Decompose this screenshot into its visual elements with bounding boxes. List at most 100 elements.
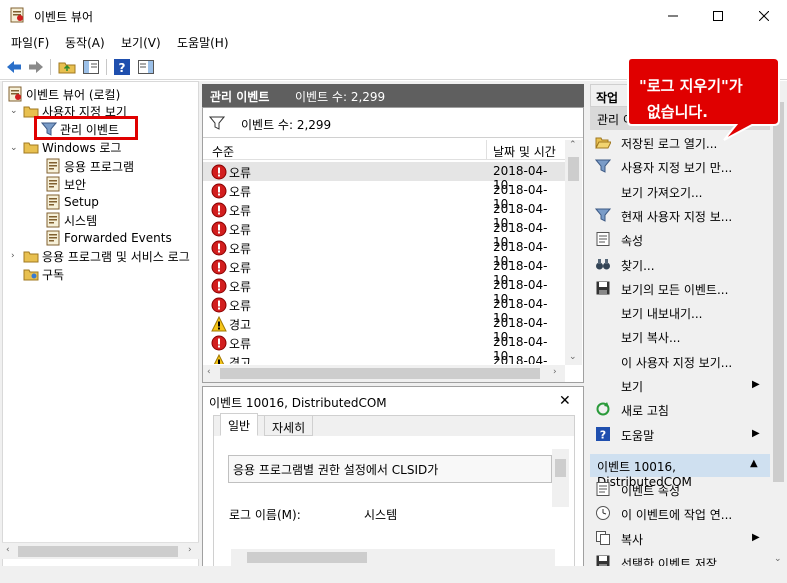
scroll-left-icon[interactable]: ‹ bbox=[6, 545, 10, 555]
close-icon[interactable]: ✕ bbox=[559, 393, 571, 409]
log-icon bbox=[46, 212, 60, 228]
subscriptions-icon bbox=[23, 269, 39, 281]
tab-general-body: 응용 프로그램별 권한 설정에서 CLSID가 로그 이름(M): 시스템 bbox=[214, 436, 574, 566]
action-item[interactable]: 보기의 모든 이벤트... bbox=[590, 277, 765, 301]
collapse-up-icon[interactable]: ▲ bbox=[750, 458, 758, 469]
submenu-arrow-icon: ▶ bbox=[752, 427, 760, 439]
log-name-label: 로그 이름(M): bbox=[229, 508, 301, 522]
table-row[interactable]: 오류 2018-04-10- bbox=[203, 200, 565, 230]
action-label: 현재 사용자 지정 보... bbox=[621, 209, 733, 224]
error-icon bbox=[211, 297, 227, 313]
scrollbar-thumb[interactable] bbox=[247, 552, 367, 563]
action-item[interactable]: 속성 bbox=[590, 228, 765, 252]
tree-item-log-forwarded[interactable]: Forwarded Events bbox=[45, 229, 172, 247]
error-icon bbox=[211, 278, 227, 294]
action-label: 보기 복사... bbox=[621, 331, 681, 346]
row-level: 오류 bbox=[229, 261, 252, 275]
warning-icon bbox=[211, 316, 227, 332]
scrollbar-thumb[interactable] bbox=[555, 459, 566, 477]
error-icon bbox=[211, 335, 227, 351]
detail-tabs: 일반 자세히 응용 프로그램별 권한 설정에서 CLSID가 로그 이름(M):… bbox=[213, 413, 575, 567]
action-item[interactable]: ? 도움말 ▶ bbox=[590, 423, 765, 447]
scrollbar-thumb[interactable] bbox=[18, 546, 178, 557]
row-level: 오류 bbox=[229, 337, 252, 351]
error-icon bbox=[211, 240, 227, 256]
action-label: 이 이벤트에 작업 연... bbox=[621, 508, 733, 523]
action-item[interactable]: 찾기... bbox=[590, 253, 765, 277]
event-detail-panel: 이벤트 10016, DistributedCOM ✕ 일반 자세히 응용 프로… bbox=[202, 386, 584, 569]
row-level: 경고 bbox=[229, 356, 252, 364]
action-item[interactable]: 복사 ▶ bbox=[590, 527, 765, 551]
detail-vertical-scrollbar[interactable] bbox=[552, 449, 569, 507]
action-item[interactable]: 보기 내보내기... bbox=[590, 301, 765, 325]
warning-icon bbox=[213, 354, 225, 364]
table-row[interactable]: 오류 2018-04-10- bbox=[203, 219, 565, 249]
action-item[interactable]: 이 이벤트에 작업 연... bbox=[590, 502, 765, 526]
table-row[interactable]: 오류 2018-04-10- bbox=[203, 238, 565, 268]
folder-icon bbox=[23, 251, 39, 263]
action-item[interactable]: 보기 복사... bbox=[590, 325, 765, 349]
description-box[interactable]: 응용 프로그램별 권한 설정에서 CLSID가 bbox=[228, 455, 552, 483]
chevron-right-icon[interactable]: › bbox=[11, 251, 15, 261]
properties-icon bbox=[596, 232, 610, 247]
row-level: 오류 bbox=[229, 223, 252, 237]
filter-icon bbox=[595, 208, 611, 222]
table-row[interactable]: 오류 2018-04-10- bbox=[203, 333, 565, 363]
log-name-value: 시스템 bbox=[364, 508, 398, 522]
scroll-right-icon[interactable]: › bbox=[553, 367, 557, 377]
table-row[interactable]: 오류 2018-04-10- bbox=[203, 295, 565, 325]
submenu-arrow-icon: ▶ bbox=[752, 531, 760, 543]
action-item[interactable]: 보기 ▶ bbox=[590, 374, 765, 398]
action-label: 이 사용자 지정 보기... bbox=[621, 355, 733, 370]
action-label: 도움말 bbox=[621, 428, 655, 443]
action-label: 보기 내보내기... bbox=[621, 307, 703, 322]
action-item[interactable]: 이 사용자 지정 보기... bbox=[590, 350, 765, 374]
row-level: 경고 bbox=[229, 318, 252, 332]
callout-line-2: 없습니다. bbox=[647, 103, 708, 121]
detail-horizontal-scrollbar[interactable] bbox=[231, 549, 555, 566]
scroll-down-icon[interactable]: ⌄ bbox=[774, 554, 782, 564]
action-label: 이벤트 속성 bbox=[621, 484, 681, 498]
task-icon bbox=[596, 506, 610, 521]
tab-details[interactable]: 자세히 bbox=[264, 415, 314, 436]
table-row[interactable]: 경고2018-04-10- bbox=[203, 314, 565, 344]
table-row[interactable]: 오류 2018-04-10- bbox=[203, 276, 565, 306]
action-item[interactable]: 이벤트 속성 bbox=[590, 478, 765, 502]
tree-item-subscriptions[interactable]: 구독 bbox=[23, 265, 64, 283]
actions-section-event[interactable]: 이벤트 10016, DistributedCOM ▲ bbox=[590, 454, 770, 489]
action-item[interactable]: 새로 고침 bbox=[590, 398, 765, 422]
svg-text:?: ? bbox=[600, 428, 606, 441]
callout-text: "로그 지우기"가 없습니다. bbox=[639, 73, 743, 125]
tree-item-log-system[interactable]: 시스템 bbox=[45, 211, 97, 229]
scrollbar-thumb[interactable] bbox=[220, 368, 540, 379]
row-level: 오류 bbox=[229, 280, 252, 294]
tree-item-subscriptions-label: 구독 bbox=[42, 267, 65, 282]
tree-horizontal-scrollbar[interactable]: ‹ › bbox=[2, 542, 199, 559]
action-label: 찾기... bbox=[621, 258, 655, 273]
tab-general[interactable]: 일반 bbox=[220, 413, 259, 436]
table-row[interactable]: 경고2018-04-10- bbox=[203, 352, 565, 364]
scroll-right-icon[interactable]: › bbox=[188, 545, 192, 555]
detail-title: 이벤트 10016, DistributedCOM bbox=[209, 396, 387, 410]
tree-item-log-label: 시스템 bbox=[64, 213, 98, 228]
action-label: 복사 bbox=[621, 532, 644, 547]
event-list-horizontal-scrollbar[interactable]: ‹ › bbox=[203, 365, 565, 382]
tree-item-app-services[interactable]: 응용 프로그램 및 서비스 로그 bbox=[23, 247, 190, 265]
copy-icon bbox=[596, 530, 610, 545]
row-level: 오류 bbox=[229, 204, 252, 218]
error-icon bbox=[211, 259, 227, 275]
scroll-down-icon[interactable]: ⌄ bbox=[569, 352, 577, 362]
save-icon bbox=[596, 281, 610, 295]
table-row[interactable]: 오류 2018-04-10- bbox=[203, 257, 565, 287]
action-item[interactable]: 현재 사용자 지정 보... bbox=[590, 204, 765, 228]
binoculars-icon bbox=[596, 258, 610, 269]
log-icon bbox=[46, 230, 60, 246]
submenu-arrow-icon: ▶ bbox=[752, 379, 760, 390]
action-label: 속성 bbox=[621, 234, 644, 249]
callout-line-1: "로그 지우기"가 bbox=[639, 77, 743, 95]
row-level: 오류 bbox=[229, 299, 252, 313]
scroll-left-icon[interactable]: ‹ bbox=[207, 367, 211, 377]
refresh-icon bbox=[596, 402, 610, 416]
action-label: 보기 bbox=[621, 380, 644, 394]
tree-item-app-services-label: 응용 프로그램 및 서비스 로그 bbox=[42, 249, 190, 264]
